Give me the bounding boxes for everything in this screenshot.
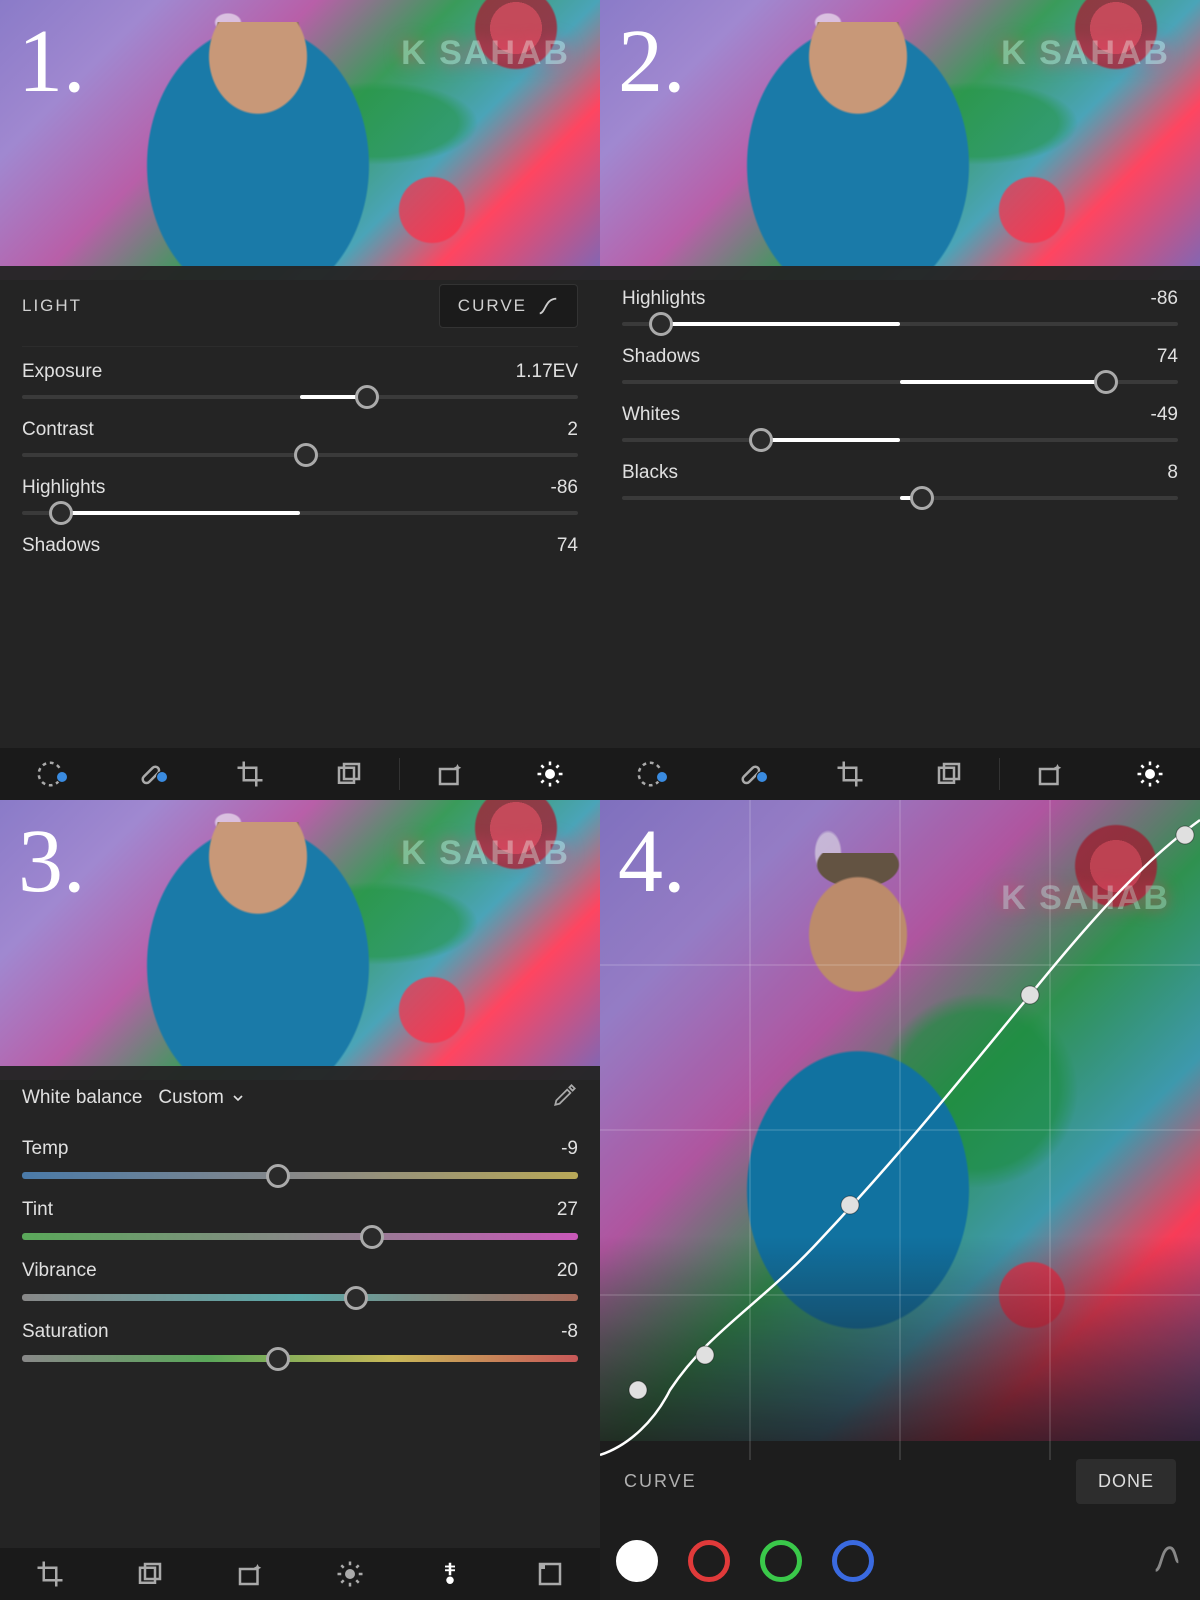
panel-step-2: 2. Highlights -86 Shadows 74 Whites -49 Blacks… (600, 0, 1200, 800)
light-tool-icon[interactable] (300, 1559, 400, 1589)
slider-label: Whites (622, 404, 680, 426)
step-number: 2. (618, 10, 686, 113)
photo-preview (0, 800, 600, 1080)
effects-tool-icon[interactable] (500, 1559, 600, 1589)
slider-shadows[interactable] (622, 380, 1178, 384)
chevron-down-icon (230, 1090, 246, 1106)
curve-button[interactable]: CURVE (439, 284, 578, 328)
healing-tool-icon[interactable] (700, 759, 800, 789)
slider-label: Contrast (22, 419, 94, 441)
crop-tool-icon[interactable] (800, 759, 900, 789)
auto-tool-icon[interactable] (400, 759, 500, 789)
slider-value: 1.17EV (516, 361, 578, 383)
selective-tool-icon[interactable] (0, 759, 100, 789)
slider-vibrance[interactable] (22, 1294, 578, 1301)
healing-tool-icon[interactable] (100, 759, 200, 789)
slider-value: -86 (1151, 288, 1178, 310)
slider-value: 2 (567, 419, 578, 441)
toolbar-panel-1 (0, 748, 600, 800)
light-controls: LIGHT CURVE Exposure 1.17EV Contrast 2 Highl… (0, 266, 600, 748)
slider-value: -49 (1151, 404, 1178, 426)
slider-label: Highlights (22, 477, 105, 499)
eyedropper-icon[interactable] (552, 1082, 578, 1114)
curve-channel-bar (600, 1522, 1200, 1600)
slider-value: 74 (1157, 346, 1178, 368)
crop-tool-icon[interactable] (200, 759, 300, 789)
slider-blacks[interactable] (622, 496, 1178, 500)
photo-preview-curve[interactable] (600, 800, 1200, 1460)
slider-value: 27 (557, 1199, 578, 1221)
slider-label: Blacks (622, 462, 678, 484)
slider-temp[interactable] (22, 1172, 578, 1179)
light-tool-icon[interactable] (1100, 759, 1200, 789)
slider-value: 20 (557, 1260, 578, 1282)
slider-exposure[interactable] (22, 395, 578, 399)
color-tool-icon[interactable] (400, 1559, 500, 1589)
auto-tool-icon[interactable] (1000, 759, 1100, 789)
slider-value: 74 (557, 535, 578, 557)
slider-value: -9 (561, 1138, 578, 1160)
presets-tool-icon[interactable] (100, 1559, 200, 1589)
slider-label: Temp (22, 1138, 68, 1160)
slider-value: -86 (551, 477, 578, 499)
toolbar-panel-3 (0, 1548, 600, 1600)
light-controls-2: Highlights -86 Shadows 74 Whites -49 Blacks 8 (600, 266, 1200, 748)
step-number: 4. (618, 810, 686, 913)
photo-preview (0, 0, 600, 280)
curve-icon (537, 295, 559, 317)
slider-value: 8 (1167, 462, 1178, 484)
slider-saturation[interactable] (22, 1355, 578, 1362)
slider-label: Shadows (22, 535, 100, 557)
slider-whites[interactable] (622, 438, 1178, 442)
selective-tool-icon[interactable] (600, 759, 700, 789)
done-button[interactable]: DONE (1076, 1459, 1176, 1504)
curve-channel-luma[interactable] (616, 1540, 658, 1582)
curve-channel-green[interactable] (760, 1540, 802, 1582)
curve-channel-red[interactable] (688, 1540, 730, 1582)
slider-label: Highlights (622, 288, 705, 310)
color-controls: White balance Custom Temp -9 Tint 27 Vibranc… (0, 1066, 600, 1548)
panel-step-4: 4. CURVE DONE (600, 800, 1200, 1600)
white-balance-label: White balance (22, 1087, 142, 1109)
light-tool-icon[interactable] (500, 759, 600, 789)
auto-tool-icon[interactable] (200, 1559, 300, 1589)
slider-label: Shadows (622, 346, 700, 368)
tone-curve-overlay[interactable] (600, 800, 1200, 1460)
slider-label: Saturation (22, 1321, 109, 1343)
panel-step-1: 1. LIGHT CURVE Exposure 1.17EV Contrast 2 Hi… (0, 0, 600, 800)
slider-tint[interactable] (22, 1233, 578, 1240)
slider-label: Vibrance (22, 1260, 97, 1282)
curve-channel-blue[interactable] (832, 1540, 874, 1582)
panel-step-3: 3. White balance Custom Temp -9 Tint 27 Vibr… (0, 800, 600, 1600)
slider-label: Exposure (22, 361, 102, 383)
parametric-curve-icon[interactable] (1150, 1542, 1184, 1581)
white-balance-dropdown[interactable]: Custom (158, 1087, 245, 1109)
toolbar-panel-2 (600, 748, 1200, 800)
photo-preview (600, 0, 1200, 280)
presets-tool-icon[interactable] (299, 759, 399, 789)
section-title: LIGHT (22, 296, 82, 316)
presets-tool-icon[interactable] (899, 759, 999, 789)
step-number: 3. (18, 810, 86, 913)
step-number: 1. (18, 10, 86, 113)
slider-label: Tint (22, 1199, 53, 1221)
crop-tool-icon[interactable] (0, 1559, 100, 1589)
slider-contrast[interactable] (22, 453, 578, 457)
slider-highlights[interactable] (22, 511, 578, 515)
curve-label: CURVE (624, 1471, 697, 1492)
slider-highlights[interactable] (622, 322, 1178, 326)
slider-value: -8 (561, 1321, 578, 1343)
